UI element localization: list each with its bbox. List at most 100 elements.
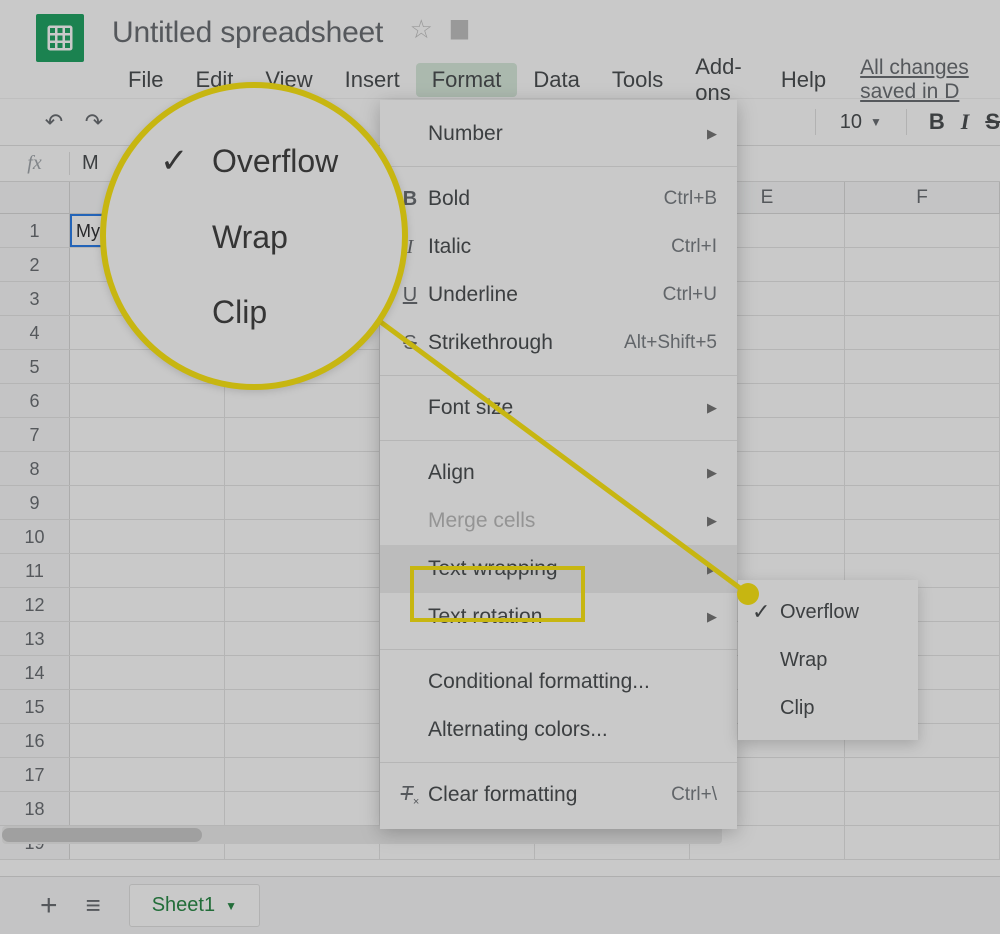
format-font-size[interactable]: Font size ▶ [380, 384, 737, 432]
format-number[interactable]: Number ▶ [380, 110, 737, 158]
grid-cell[interactable] [225, 452, 380, 485]
font-size-selector[interactable]: 10 ▼ [832, 111, 890, 134]
undo-button[interactable]: ↶ [40, 108, 68, 136]
format-text-wrapping[interactable]: Text wrapping ▶ [380, 545, 737, 593]
grid-cell[interactable] [70, 452, 225, 485]
add-sheet-button[interactable]: + [40, 889, 58, 923]
grid-cell[interactable] [225, 622, 380, 655]
scrollbar-thumb[interactable] [2, 828, 202, 842]
menu-help[interactable]: Help [765, 63, 842, 97]
row-header[interactable]: 17 [0, 758, 70, 791]
format-align[interactable]: Align ▶ [380, 449, 737, 497]
row-header[interactable]: 2 [0, 248, 70, 281]
row-header[interactable]: 6 [0, 384, 70, 417]
row-header[interactable]: 12 [0, 588, 70, 621]
grid-cell[interactable] [70, 418, 225, 451]
callout-label: Overflow [212, 143, 338, 180]
menu-format[interactable]: Format [416, 63, 518, 97]
chevron-down-icon[interactable]: ▼ [225, 899, 237, 913]
menu-item-label: Number [428, 122, 503, 146]
row-header[interactable]: 5 [0, 350, 70, 383]
all-sheets-button[interactable]: ≡ [86, 890, 101, 921]
sheets-logo[interactable] [36, 14, 84, 62]
grid-cell[interactable] [845, 758, 1000, 791]
grid-cell[interactable] [70, 384, 225, 417]
format-text-rotation[interactable]: Text rotation ▶ [380, 593, 737, 641]
folder-icon[interactable]: ▆ [451, 14, 468, 45]
grid-cell[interactable] [225, 486, 380, 519]
grid-cell[interactable] [70, 690, 225, 723]
format-conditional[interactable]: Conditional formatting... [380, 658, 737, 706]
grid-cell[interactable] [225, 554, 380, 587]
grid-cell[interactable] [225, 656, 380, 689]
format-underline[interactable]: U Underline Ctrl+U [380, 271, 737, 319]
row-header[interactable]: 1 [0, 214, 70, 247]
formula-input[interactable]: M [70, 152, 99, 175]
grid-cell[interactable] [225, 724, 380, 757]
wrap-option-clip[interactable]: Clip [738, 684, 918, 732]
grid-cell[interactable] [845, 384, 1000, 417]
row-header[interactable]: 13 [0, 622, 70, 655]
wrap-option-wrap[interactable]: Wrap [738, 636, 918, 684]
doc-title[interactable]: Untitled spreadsheet [112, 16, 383, 49]
grid-cell[interactable] [845, 214, 1000, 247]
grid-cell[interactable] [70, 792, 225, 825]
row-header[interactable]: 15 [0, 690, 70, 723]
grid-cell[interactable] [845, 826, 1000, 859]
grid-cell[interactable] [70, 588, 225, 621]
row-header[interactable]: 7 [0, 418, 70, 451]
grid-cell[interactable] [70, 486, 225, 519]
grid-cell[interactable] [70, 554, 225, 587]
bold-button[interactable]: B [929, 109, 945, 135]
grid-cell[interactable] [225, 520, 380, 553]
grid-cell[interactable] [70, 622, 225, 655]
format-alternating-colors[interactable]: Alternating colors... [380, 706, 737, 754]
row-header[interactable]: 18 [0, 792, 70, 825]
menu-tools[interactable]: Tools [596, 63, 679, 97]
row-header[interactable]: 3 [0, 282, 70, 315]
grid-cell[interactable] [225, 792, 380, 825]
menu-insert[interactable]: Insert [329, 63, 416, 97]
format-clear-formatting[interactable]: T× Clear formatting Ctrl+\ [380, 771, 737, 819]
save-status[interactable]: All changes saved in D [860, 56, 1000, 104]
sheet-tab-sheet1[interactable]: Sheet1 ▼ [129, 884, 260, 927]
format-italic[interactable]: I Italic Ctrl+I [380, 223, 737, 271]
grid-cell[interactable] [845, 248, 1000, 281]
row-header[interactable]: 16 [0, 724, 70, 757]
grid-cell[interactable] [70, 656, 225, 689]
grid-cell[interactable] [845, 350, 1000, 383]
row-header[interactable]: 4 [0, 316, 70, 349]
menu-file[interactable]: File [112, 63, 179, 97]
grid-cell[interactable] [845, 282, 1000, 315]
column-header[interactable]: F [845, 182, 1000, 213]
grid-cell[interactable] [70, 520, 225, 553]
grid-cell[interactable] [225, 418, 380, 451]
grid-cell[interactable] [845, 520, 1000, 553]
italic-button[interactable]: I [961, 109, 970, 135]
menu-item-label: Conditional formatting... [428, 670, 650, 694]
format-bold[interactable]: B Bold Ctrl+B [380, 175, 737, 223]
strikethrough-button[interactable]: S [985, 109, 1000, 135]
format-strikethrough[interactable]: S Strikethrough Alt+Shift+5 [380, 319, 737, 367]
grid-cell[interactable] [225, 758, 380, 791]
format-merge-cells[interactable]: Merge cells ▶ [380, 497, 737, 545]
star-icon[interactable]: ☆ [410, 14, 433, 45]
grid-cell[interactable] [225, 588, 380, 621]
row-header[interactable]: 10 [0, 520, 70, 553]
select-all-corner[interactable] [0, 182, 70, 213]
menu-data[interactable]: Data [517, 63, 595, 97]
redo-button[interactable]: ↷ [80, 108, 108, 136]
row-header[interactable]: 14 [0, 656, 70, 689]
grid-cell[interactable] [225, 690, 380, 723]
grid-cell[interactable] [845, 486, 1000, 519]
grid-cell[interactable] [845, 418, 1000, 451]
grid-cell[interactable] [70, 724, 225, 757]
row-header[interactable]: 11 [0, 554, 70, 587]
grid-cell[interactable] [845, 792, 1000, 825]
wrap-option-overflow[interactable]: ✓ Overflow [738, 588, 918, 636]
row-header[interactable]: 9 [0, 486, 70, 519]
grid-cell[interactable] [70, 758, 225, 791]
grid-cell[interactable] [845, 452, 1000, 485]
grid-cell[interactable] [845, 316, 1000, 349]
row-header[interactable]: 8 [0, 452, 70, 485]
